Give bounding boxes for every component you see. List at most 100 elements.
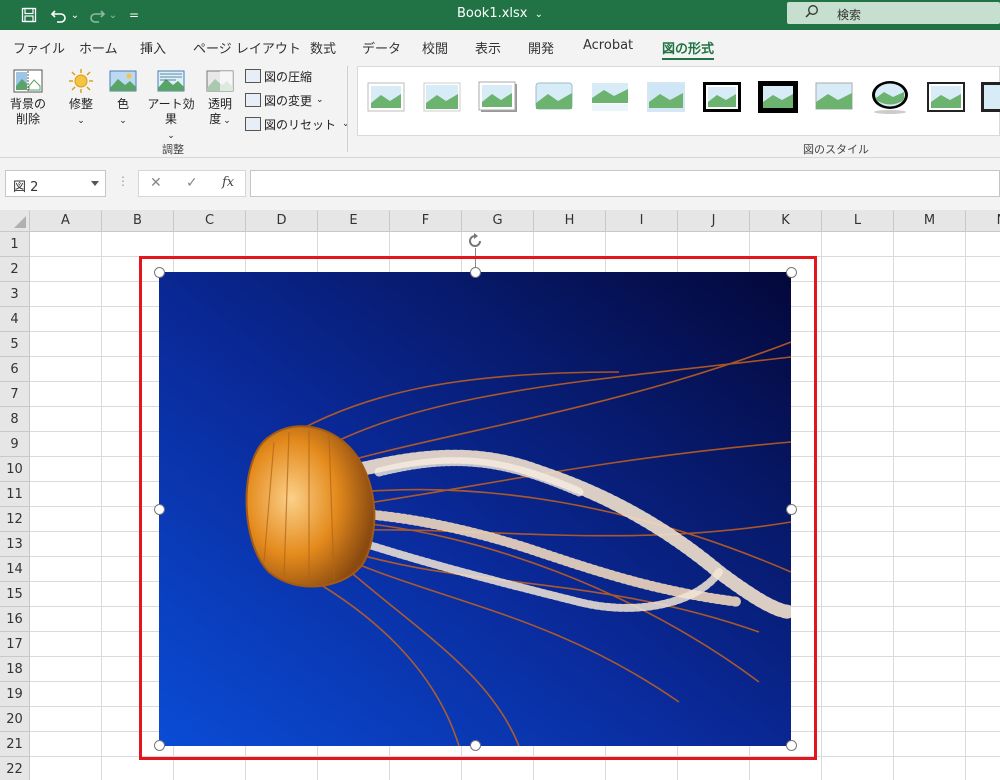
undo-icon[interactable] bbox=[48, 5, 70, 25]
row-header[interactable]: 21 bbox=[0, 732, 30, 757]
artistic-effects-button[interactable]: アート効果 ⌄ bbox=[142, 68, 200, 144]
column-header[interactable]: M bbox=[894, 210, 966, 232]
row-header[interactable]: 18 bbox=[0, 657, 30, 682]
tab-home[interactable]: ホーム bbox=[79, 38, 118, 57]
row-header[interactable]: 9 bbox=[0, 432, 30, 457]
row-header[interactable]: 1 bbox=[0, 232, 30, 257]
column-header[interactable]: G bbox=[462, 210, 534, 232]
row-header[interactable]: 13 bbox=[0, 532, 30, 557]
tab-file[interactable]: ファイル bbox=[13, 38, 65, 57]
tab-data[interactable]: データ bbox=[362, 38, 401, 57]
column-header[interactable]: D bbox=[246, 210, 318, 232]
column-header[interactable]: F bbox=[390, 210, 462, 232]
resize-handle-left[interactable] bbox=[154, 504, 165, 515]
row-header[interactable]: 14 bbox=[0, 557, 30, 582]
resize-handle-bottom-left[interactable] bbox=[154, 740, 165, 751]
tab-page-layout[interactable]: ページ レイアウト bbox=[193, 38, 301, 57]
row-header[interactable]: 12 bbox=[0, 507, 30, 532]
remove-background-button[interactable]: 背景の 削除 bbox=[9, 68, 47, 127]
cancel-entry-button[interactable]: ✕ bbox=[150, 175, 162, 191]
resize-handle-top[interactable] bbox=[470, 267, 481, 278]
row-header[interactable]: 10 bbox=[0, 457, 30, 482]
tab-formulas[interactable]: 数式 bbox=[310, 38, 336, 57]
row-header[interactable]: 3 bbox=[0, 282, 30, 307]
tab-view[interactable]: 表示 bbox=[475, 38, 501, 57]
row-header[interactable]: 5 bbox=[0, 332, 30, 357]
rotate-handle-icon[interactable] bbox=[466, 232, 484, 250]
picture-style-partial[interactable] bbox=[980, 81, 1000, 113]
name-box-dropdown-icon[interactable] bbox=[91, 181, 99, 186]
row-header[interactable]: 16 bbox=[0, 607, 30, 632]
undo-dropdown[interactable]: ⌄ bbox=[70, 5, 80, 25]
resize-handle-right[interactable] bbox=[786, 504, 797, 515]
picture-style-black-shadow[interactable] bbox=[758, 81, 798, 113]
picture-style-metal-frame[interactable] bbox=[926, 81, 966, 113]
color-button[interactable]: 色 ⌄ bbox=[106, 68, 140, 129]
filename[interactable]: Book1.xlsx bbox=[457, 6, 528, 21]
redo-dropdown[interactable]: ⌄ bbox=[108, 5, 118, 25]
remove-background-label-1: 背景の bbox=[9, 97, 46, 111]
change-picture-chevron-icon: ⌄ bbox=[316, 95, 324, 105]
row-header[interactable]: 4 bbox=[0, 307, 30, 332]
reset-picture-button[interactable]: 図のリセット ⌄ bbox=[245, 114, 350, 134]
picture-style-thick-black[interactable] bbox=[702, 81, 742, 113]
row-header[interactable]: 22 bbox=[0, 757, 30, 780]
save-icon[interactable] bbox=[18, 5, 40, 25]
redo-icon[interactable] bbox=[86, 5, 108, 25]
compress-label: 図の圧縮 bbox=[264, 69, 313, 84]
column-header[interactable]: L bbox=[822, 210, 894, 232]
tab-developer[interactable]: 開発 bbox=[528, 38, 554, 57]
search-box[interactable]: 検索 bbox=[787, 2, 1000, 24]
row-header[interactable]: 7 bbox=[0, 382, 30, 407]
picture-style-simple-frame[interactable] bbox=[366, 81, 406, 113]
column-header[interactable]: K bbox=[750, 210, 822, 232]
column-header[interactable]: N bbox=[966, 210, 1000, 232]
resize-handle-bottom-right[interactable] bbox=[786, 740, 797, 751]
enter-entry-button[interactable]: ✓ bbox=[186, 175, 198, 191]
search-icon bbox=[805, 5, 818, 18]
tab-picture-format[interactable]: 図の形式 bbox=[662, 38, 715, 60]
corrections-button[interactable]: 修整 ⌄ bbox=[63, 68, 99, 129]
row-header[interactable]: 11 bbox=[0, 482, 30, 507]
formula-buttons: ✕ ✓ fx bbox=[138, 170, 246, 197]
row-header[interactable]: 6 bbox=[0, 357, 30, 382]
tab-review[interactable]: 校閲 bbox=[422, 38, 448, 57]
column-header[interactable]: J bbox=[678, 210, 750, 232]
customize-qat-icon[interactable]: = bbox=[126, 5, 142, 25]
picture-style-shadow[interactable] bbox=[478, 81, 518, 113]
row-header[interactable]: 20 bbox=[0, 707, 30, 732]
compress-pictures-button[interactable]: 図の圧縮 bbox=[245, 66, 312, 86]
transparency-button[interactable]: 透明 度 ⌄ bbox=[202, 68, 238, 129]
resize-handle-top-left[interactable] bbox=[154, 267, 165, 278]
column-header[interactable]: B bbox=[102, 210, 174, 232]
row-header[interactable]: 19 bbox=[0, 682, 30, 707]
formula-bar-grip-icon: ⋮ bbox=[117, 174, 129, 188]
tab-insert[interactable]: 挿入 bbox=[140, 38, 166, 57]
select-all-button[interactable] bbox=[0, 210, 30, 232]
row-header[interactable]: 15 bbox=[0, 582, 30, 607]
tab-acrobat[interactable]: Acrobat bbox=[583, 38, 633, 53]
name-box[interactable]: 図 2 bbox=[5, 170, 106, 197]
resize-handle-top-right[interactable] bbox=[786, 267, 797, 278]
filename-dropdown-icon[interactable]: ⌄ bbox=[535, 9, 543, 20]
artistic-effects-label: アート効果 bbox=[147, 97, 195, 126]
row-header[interactable]: 8 bbox=[0, 407, 30, 432]
picture-style-soft-edge[interactable] bbox=[422, 81, 462, 113]
column-header[interactable]: I bbox=[606, 210, 678, 232]
picture-style-reflected[interactable] bbox=[590, 81, 630, 113]
picture-style-center-shadow[interactable] bbox=[814, 81, 854, 113]
row-header[interactable]: 2 bbox=[0, 257, 30, 282]
picture-style-glow[interactable] bbox=[646, 81, 686, 113]
formula-input[interactable] bbox=[250, 170, 1000, 197]
column-header[interactable]: H bbox=[534, 210, 606, 232]
worksheet-grid[interactable]: ABCDEFGHIJKLMN12345678910111213141516171… bbox=[0, 210, 1000, 780]
resize-handle-bottom[interactable] bbox=[470, 740, 481, 751]
insert-function-button[interactable]: fx bbox=[222, 175, 234, 190]
column-header[interactable]: A bbox=[30, 210, 102, 232]
picture-style-rounded[interactable] bbox=[534, 81, 574, 113]
column-header[interactable]: E bbox=[318, 210, 390, 232]
change-picture-button[interactable]: 図の変更 ⌄ bbox=[245, 90, 324, 110]
picture-style-oval[interactable] bbox=[870, 79, 910, 115]
row-header[interactable]: 17 bbox=[0, 632, 30, 657]
column-header[interactable]: C bbox=[174, 210, 246, 232]
